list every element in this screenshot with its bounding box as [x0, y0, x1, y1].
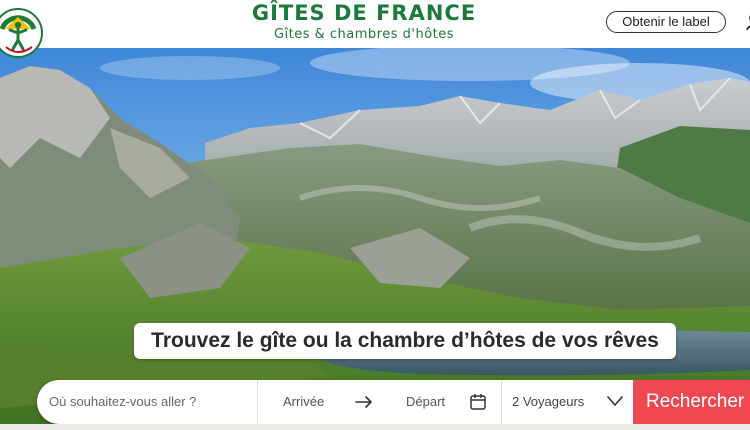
user-icon[interactable] — [744, 11, 750, 31]
search-divider — [257, 380, 258, 424]
search-button[interactable]: Rechercher — [633, 380, 750, 424]
calendar-icon[interactable] — [470, 393, 486, 410]
hero-tagline: Trouvez le gîte ou la chambre d’hôtes de… — [134, 323, 676, 359]
travelers-select[interactable]: 2 Voyageurs — [512, 380, 584, 424]
obtain-label-button[interactable]: Obtenir le label — [606, 11, 726, 33]
departure-date-field[interactable]: Départ — [406, 380, 445, 424]
gites-de-france-logo[interactable] — [0, 3, 44, 65]
site-header: GÎTES DE FRANCE Gîtes & chambres d'hôtes… — [0, 0, 750, 48]
arrow-right-icon — [355, 393, 373, 411]
arrival-date-field[interactable]: Arrivée — [283, 380, 324, 424]
search-bar: Où souhaitez-vous aller ? Arrivée Départ… — [37, 380, 750, 424]
chevron-down-icon[interactable] — [607, 395, 623, 407]
search-divider — [501, 380, 502, 424]
mountain-landscape — [0, 48, 750, 430]
page-bottom-strip — [0, 424, 750, 430]
destination-input[interactable]: Où souhaitez-vous aller ? — [49, 380, 196, 424]
hero-banner: Trouvez le gîte ou la chambre d’hôtes de… — [0, 48, 750, 430]
